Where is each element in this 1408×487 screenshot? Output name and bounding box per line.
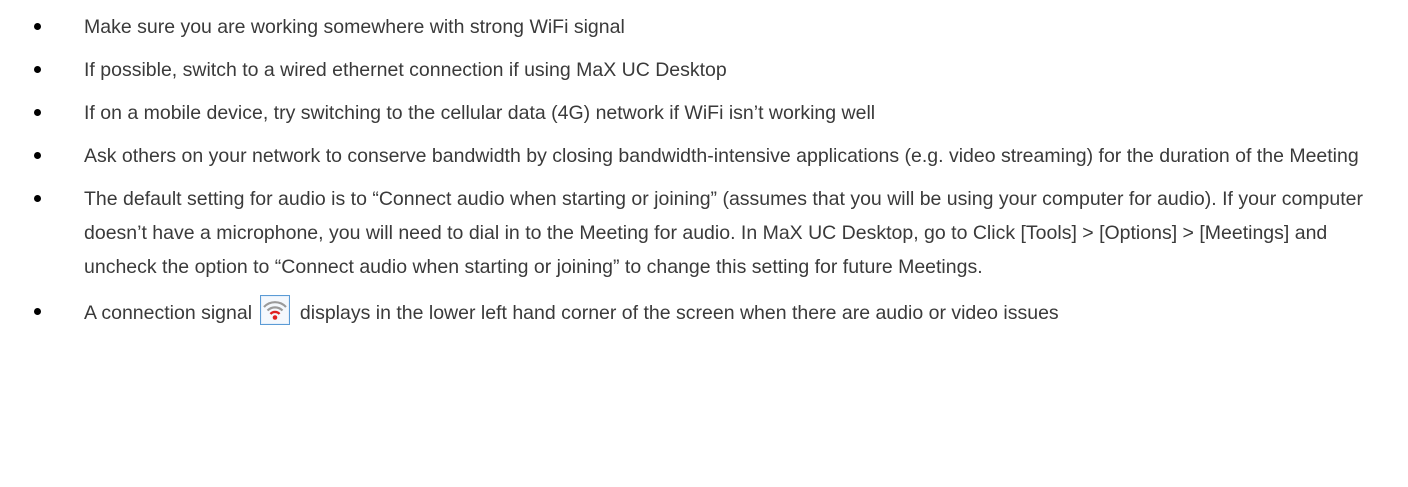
bullet-icon: [34, 109, 41, 116]
tips-list: Make sure you are working somewhere with…: [0, 10, 1408, 330]
list-item: Ask others on your network to conserve b…: [0, 139, 1408, 173]
list-item-text: The default setting for audio is to “Con…: [84, 188, 1363, 278]
bullet-icon: [34, 308, 41, 315]
list-item: Make sure you are working somewhere with…: [0, 10, 1408, 44]
list-item-text: If on a mobile device, try switching to …: [84, 102, 876, 124]
bullet-icon: [34, 23, 41, 30]
list-item-text: Ask others on your network to conserve b…: [84, 145, 1359, 167]
list-item: If possible, switch to a wired ethernet …: [0, 53, 1408, 87]
bullet-icon: [34, 66, 41, 73]
list-item-text-after: displays in the lower left hand corner o…: [299, 302, 1059, 324]
list-item: A connection signal displays in the lowe…: [0, 295, 1408, 330]
list-item-text: Make sure you are working somewhere with…: [84, 16, 625, 38]
list-item: If on a mobile device, try switching to …: [0, 96, 1408, 130]
document-body: Make sure you are working somewhere with…: [0, 0, 1408, 339]
list-item: The default setting for audio is to “Con…: [0, 182, 1408, 284]
list-item-text-before: A connection signal: [84, 302, 253, 324]
list-item-text: If possible, switch to a wired ethernet …: [84, 59, 727, 81]
connection-signal-icon: [260, 295, 291, 325]
bullet-icon: [34, 195, 41, 202]
bullet-icon: [34, 152, 41, 159]
